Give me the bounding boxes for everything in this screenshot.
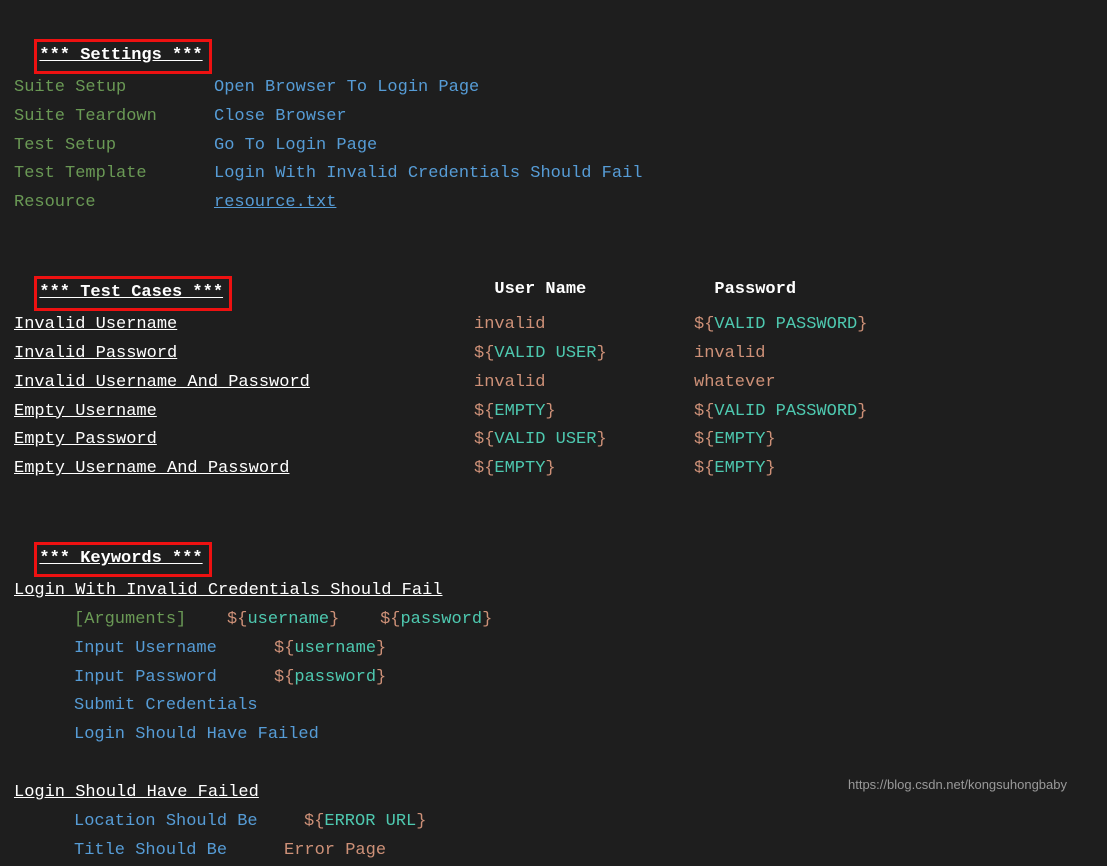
setting-value: Open Browser To Login Page [214, 78, 479, 97]
keywords-header: *** Keywords *** [34, 542, 211, 577]
keyword-step: Input Username${username} [14, 635, 1065, 664]
setting-key: Resource [14, 189, 214, 218]
setting-value: Close Browser [214, 107, 347, 126]
tc-row: Invalid Username And Passwordinvalidwhat… [14, 369, 1065, 398]
tc-name: Empty Username [14, 398, 474, 427]
keyword-step: Login Should Have Failed [14, 721, 1065, 750]
tc-name: Empty Username And Password [14, 455, 474, 484]
keyword-step: Submit Credentials [14, 692, 1065, 721]
setting-test-setup: Test SetupGo To Login Page [14, 132, 1065, 161]
tc-row: Invalid Usernameinvalid${VALID PASSWORD} [14, 311, 1065, 340]
section-settings: *** Settings *** [14, 10, 1065, 74]
setting-key: Test Template [14, 160, 214, 189]
watermark: https://blog.csdn.net/kongsuhongbaby [848, 774, 1067, 796]
keyword-step: Location Should Be${ERROR URL} [14, 808, 1065, 837]
setting-test-template: Test TemplateLogin With Invalid Credenti… [14, 160, 1065, 189]
column-username: User Name [494, 276, 714, 305]
setting-key: Suite Setup [14, 74, 214, 103]
keyword-arguments: [Arguments] ${username} ${password} [14, 606, 1065, 635]
resource-link[interactable]: resource.txt [214, 193, 336, 212]
keyword-step: Title Should BeError Page [14, 837, 1065, 866]
setting-suite-setup: Suite SetupOpen Browser To Login Page [14, 74, 1065, 103]
settings-header: *** Settings *** [34, 39, 211, 74]
keyword-name: Login With Invalid Credentials Should Fa… [14, 577, 1065, 606]
tc-name: Invalid Username [14, 311, 474, 340]
setting-key: Test Setup [14, 132, 214, 161]
setting-resource: Resourceresource.txt [14, 189, 1065, 218]
tc-row: Empty Username And Password${EMPTY}${EMP… [14, 455, 1065, 484]
tc-name: Invalid Password [14, 340, 474, 369]
keyword-step: Input Password${password} [14, 664, 1065, 693]
section-keywords: *** Keywords *** [14, 513, 1065, 577]
tc-name: Empty Password [14, 426, 474, 455]
column-password: Password [714, 276, 796, 305]
setting-suite-teardown: Suite TeardownClose Browser [14, 103, 1065, 132]
tc-row: Invalid Password${VALID USER}invalid [14, 340, 1065, 369]
tc-name: Invalid Username And Password [14, 369, 474, 398]
setting-value: Go To Login Page [214, 136, 377, 155]
tc-row: Empty Username${EMPTY}${VALID PASSWORD} [14, 398, 1065, 427]
tc-row: Empty Password${VALID USER}${EMPTY} [14, 426, 1065, 455]
testcases-header: *** Test Cases *** [34, 276, 232, 311]
section-testcases: *** Test Cases *** User NamePassword [14, 247, 1065, 311]
setting-value: Login With Invalid Credentials Should Fa… [214, 164, 642, 183]
setting-key: Suite Teardown [14, 103, 214, 132]
